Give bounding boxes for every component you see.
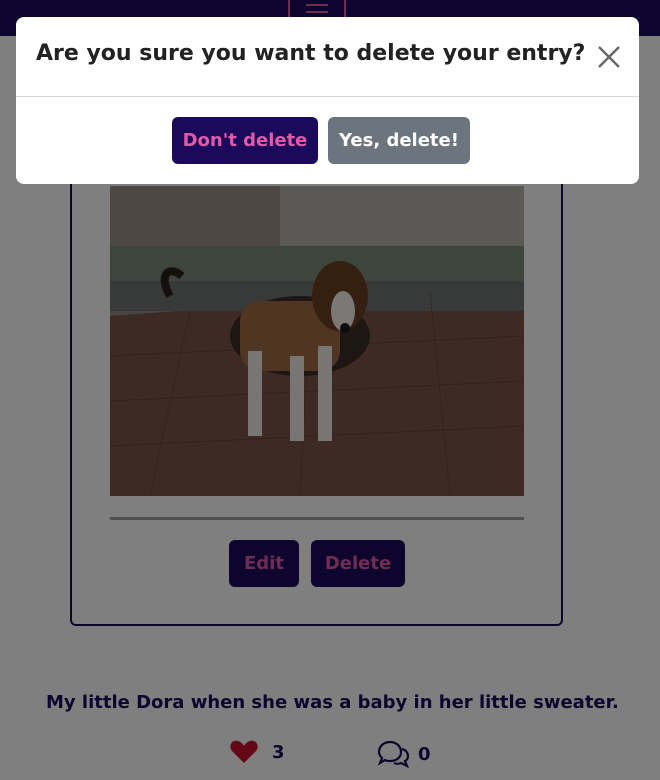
dont-delete-button[interactable]: Don't delete xyxy=(172,117,318,164)
modal-title: Are you sure you want to delete your ent… xyxy=(36,41,586,66)
close-icon[interactable] xyxy=(596,44,622,70)
delete-confirm-modal: Are you sure you want to delete your ent… xyxy=(16,17,639,184)
confirm-delete-button[interactable]: Yes, delete! xyxy=(328,117,470,164)
modal-header: Are you sure you want to delete your ent… xyxy=(16,17,639,97)
